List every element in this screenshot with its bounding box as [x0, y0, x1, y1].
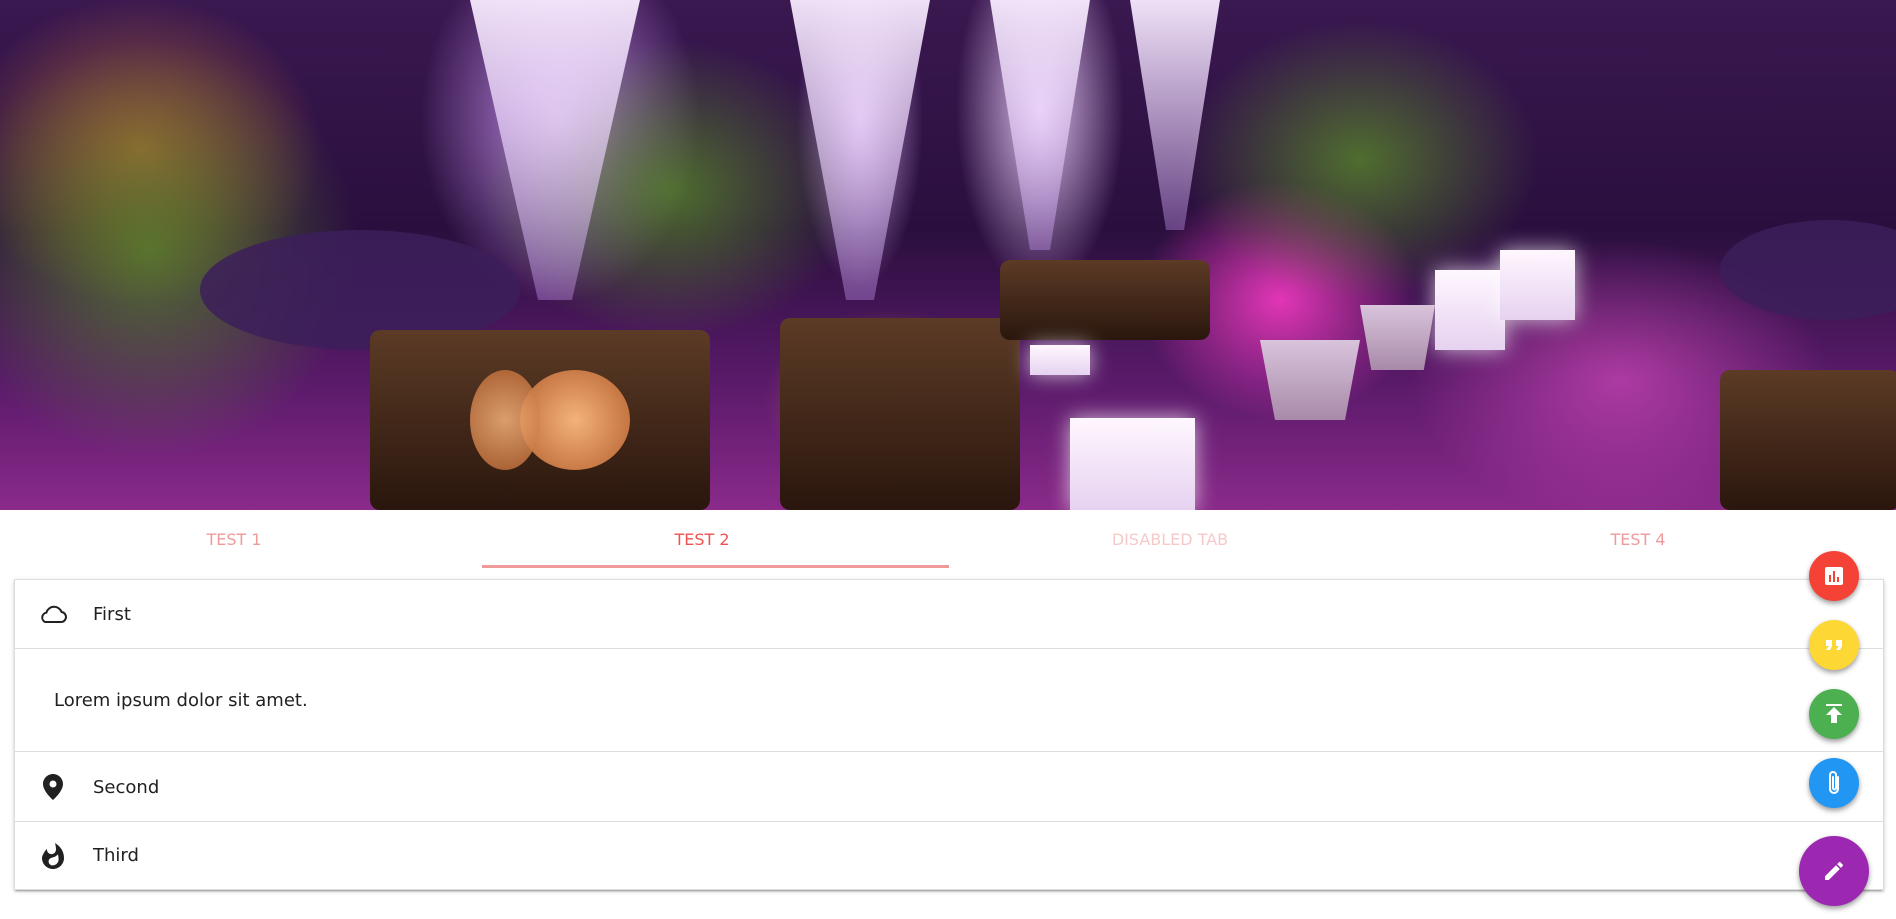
tab-test-1[interactable]: Test 1	[0, 510, 468, 568]
fab-insert-chart-button[interactable]	[1809, 551, 1859, 601]
collapsible-body-text: Lorem ipsum dolor sit amet.	[54, 689, 308, 711]
fab-attach-file-button[interactable]	[1809, 758, 1859, 808]
collapsible-list: First Lorem ipsum dolor sit amet. Second…	[14, 579, 1884, 890]
collapsible-header-second[interactable]: Second	[15, 753, 1883, 821]
tab-test-2[interactable]: Test 2	[468, 510, 936, 568]
cloud-icon	[37, 598, 69, 630]
publish-icon	[1826, 704, 1842, 723]
collapsible-label: Second	[93, 776, 160, 798]
collapsible-body-first: Lorem ipsum dolor sit amet.	[15, 648, 1883, 752]
collapsible-label: Third	[93, 845, 139, 866]
edit-icon	[1825, 861, 1844, 880]
fab-main-edit-button[interactable]	[1799, 836, 1869, 906]
collapsible-header-third[interactable]: Third	[15, 821, 1883, 889]
hero-image	[0, 0, 1896, 510]
tab-test-4[interactable]: Test 4	[1404, 510, 1872, 568]
place-icon	[37, 771, 69, 803]
tab-bar: Test 1 Test 2 Disabled Tab Test 4	[0, 510, 1896, 568]
insert-chart-icon	[1825, 567, 1843, 585]
whatshot-icon	[37, 840, 69, 872]
fab-publish-button[interactable]	[1809, 689, 1859, 739]
tab-indicator	[482, 565, 949, 568]
format-quote-icon	[1826, 640, 1842, 650]
attach-file-icon	[1829, 771, 1839, 794]
fab-format-quote-button[interactable]	[1809, 620, 1859, 670]
collapsible-label: First	[93, 603, 131, 625]
collapsible-header-first[interactable]: First	[15, 580, 1883, 648]
tab-disabled: Disabled Tab	[1111, 529, 1229, 549]
